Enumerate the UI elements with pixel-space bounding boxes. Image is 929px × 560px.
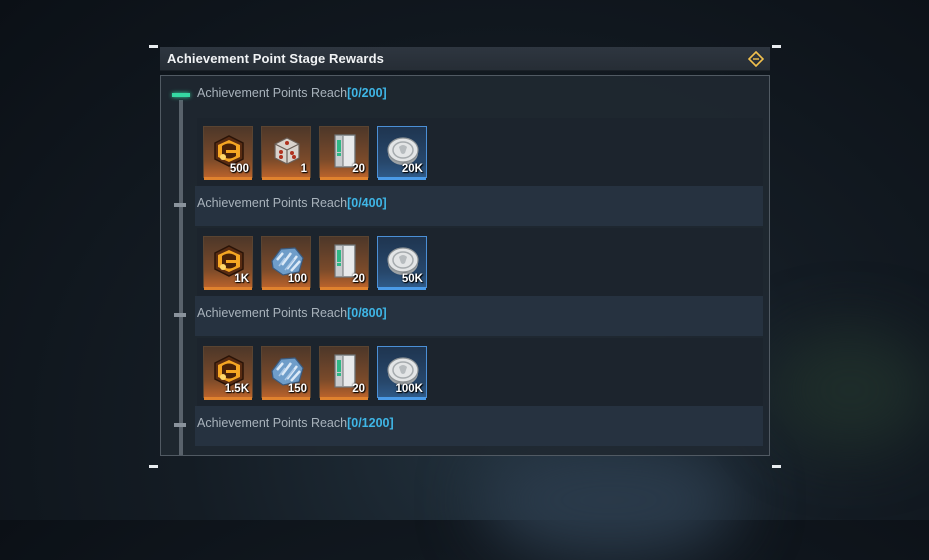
stage-progress: [0/200] [347,86,387,100]
stage-label: Achievement Points Reach [197,306,348,320]
timeline-marker [174,203,186,207]
background-glow [770,330,929,450]
stage-requirement: Achievement Points Reach[0/1200] [197,416,394,434]
reward-item[interactable]: 1 [261,126,311,180]
reward-quantity: 100 [287,273,307,285]
corner-marker-top-right [772,45,781,48]
corner-marker-top-left [149,45,158,48]
diamond-link-icon[interactable] [748,51,764,67]
reward-stage: Achievement Points Reach[0/800] 1.5K 150… [161,296,769,412]
stage-label: Achievement Points Reach [197,196,348,210]
reward-row: 1K 100 20 50K [197,228,763,302]
stage-requirement: Achievement Points Reach[0/400] [197,196,387,214]
stage-progress: [0/400] [347,196,387,210]
stage-label: Achievement Points Reach [197,86,348,100]
reward-item[interactable]: 20 [319,346,369,400]
corner-marker-bottom-left [149,465,158,468]
reward-item[interactable]: 20 [319,126,369,180]
reward-quantity: 150 [287,383,307,395]
reward-quantity: 20 [352,383,365,395]
reward-item[interactable]: 150 [261,346,311,400]
reward-item[interactable]: 100K [377,346,427,400]
reward-quantity: 1K [234,273,249,285]
stage-requirement: Achievement Points Reach[0/800] [197,306,387,324]
stage-label: Achievement Points Reach [197,416,348,430]
reward-stage: Achievement Points Reach[0/400] 1K 100 2… [161,186,769,302]
reward-item[interactable]: 100 [261,236,311,290]
reward-item[interactable]: 1K [203,236,253,290]
reward-item[interactable]: 1.5K [203,346,253,400]
reward-quantity: 20K [401,163,423,175]
panel-header: Achievement Point Stage Rewards [160,47,770,71]
reward-row: 1.5K 150 20 100K [197,338,763,412]
stage-progress: [0/1200] [347,416,394,430]
reward-row: 500 1 20 20K [197,118,763,192]
stage-progress: [0/800] [347,306,387,320]
corner-marker-bottom-right [772,465,781,468]
timeline-marker [174,423,186,427]
reward-item[interactable]: 20K [377,126,427,180]
reward-quantity: 1.5K [224,383,249,395]
panel-title: Achievement Point Stage Rewards [167,51,384,66]
stage-requirement: Achievement Points Reach[0/200] [197,86,387,104]
reward-quantity: 20 [352,273,365,285]
reward-quantity: 500 [229,163,249,175]
reward-quantity: 50K [401,273,423,285]
rewards-list[interactable]: Achievement Points Reach[0/200] 500 1 20… [160,75,770,456]
timeline-marker-active [172,93,190,97]
background-glow [480,440,740,560]
reward-stage: Achievement Points Reach[0/1200] [161,406,769,455]
reward-quantity: 20 [352,163,365,175]
reward-quantity: 1 [300,163,307,175]
reward-item[interactable]: 500 [203,126,253,180]
reward-quantity: 100K [395,383,424,395]
timeline-marker [174,313,186,317]
reward-item[interactable]: 20 [319,236,369,290]
reward-stage: Achievement Points Reach[0/200] 500 1 20… [161,76,769,192]
reward-item[interactable]: 50K [377,236,427,290]
